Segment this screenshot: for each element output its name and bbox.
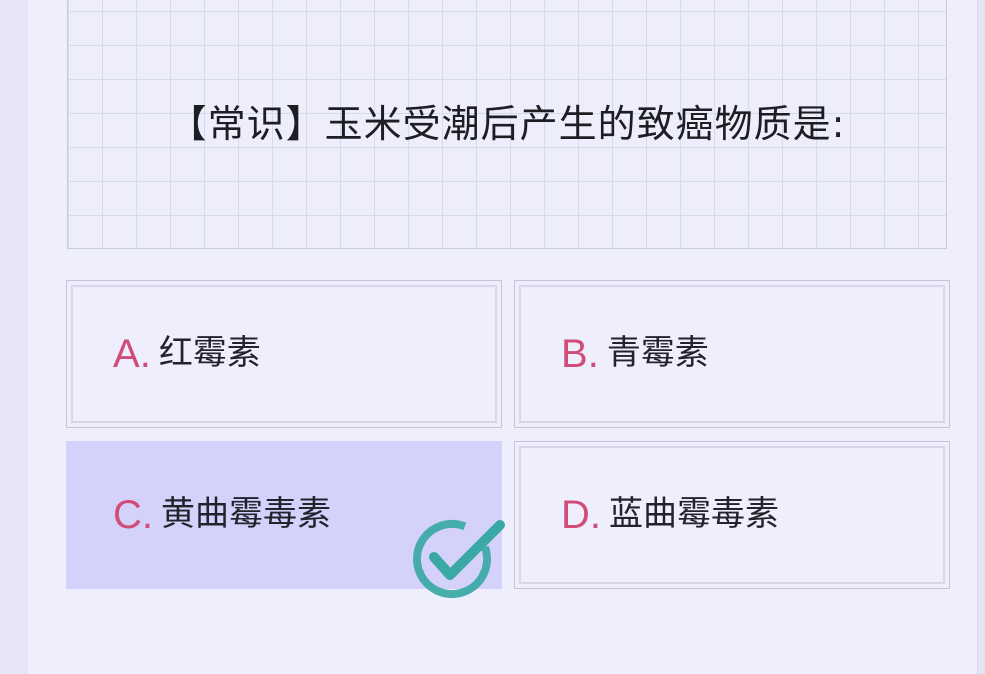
option-b-letter: B: [561, 332, 588, 376]
option-c-label: C. 黄曲霉毒素: [113, 495, 331, 535]
option-d-letter: D: [561, 493, 590, 537]
option-c-dot: .: [141, 493, 154, 537]
left-edge-strip: [0, 0, 29, 674]
right-edge-strip: [977, 0, 985, 674]
option-a-letter: A: [113, 332, 140, 376]
check-icon: [413, 520, 505, 598]
option-b-text: 青霉素: [606, 333, 709, 373]
option-b-label: B. 青霉素: [561, 334, 709, 374]
option-c-text: 黄曲霉毒素: [161, 494, 332, 534]
option-b-dot: .: [587, 332, 599, 376]
option-d-dot: .: [589, 493, 602, 537]
option-d[interactable]: D. 蓝曲霉毒素: [514, 441, 950, 589]
option-a-text: 红霉素: [158, 333, 261, 373]
question-text: 【常识】玉米受潮后产生的致癌物质是:: [168, 102, 846, 146]
question-card: 【常识】玉米受潮后产生的致癌物质是:: [67, 0, 947, 249]
option-d-label: D. 蓝曲霉毒素: [561, 495, 779, 535]
option-c-letter: C: [113, 493, 142, 537]
option-a[interactable]: A. 红霉素: [66, 280, 502, 428]
option-a-label: A. 红霉素: [113, 334, 261, 374]
option-d-text: 蓝曲霉毒素: [609, 494, 780, 534]
option-b[interactable]: B. 青霉素: [514, 280, 950, 428]
option-a-dot: .: [139, 332, 151, 376]
